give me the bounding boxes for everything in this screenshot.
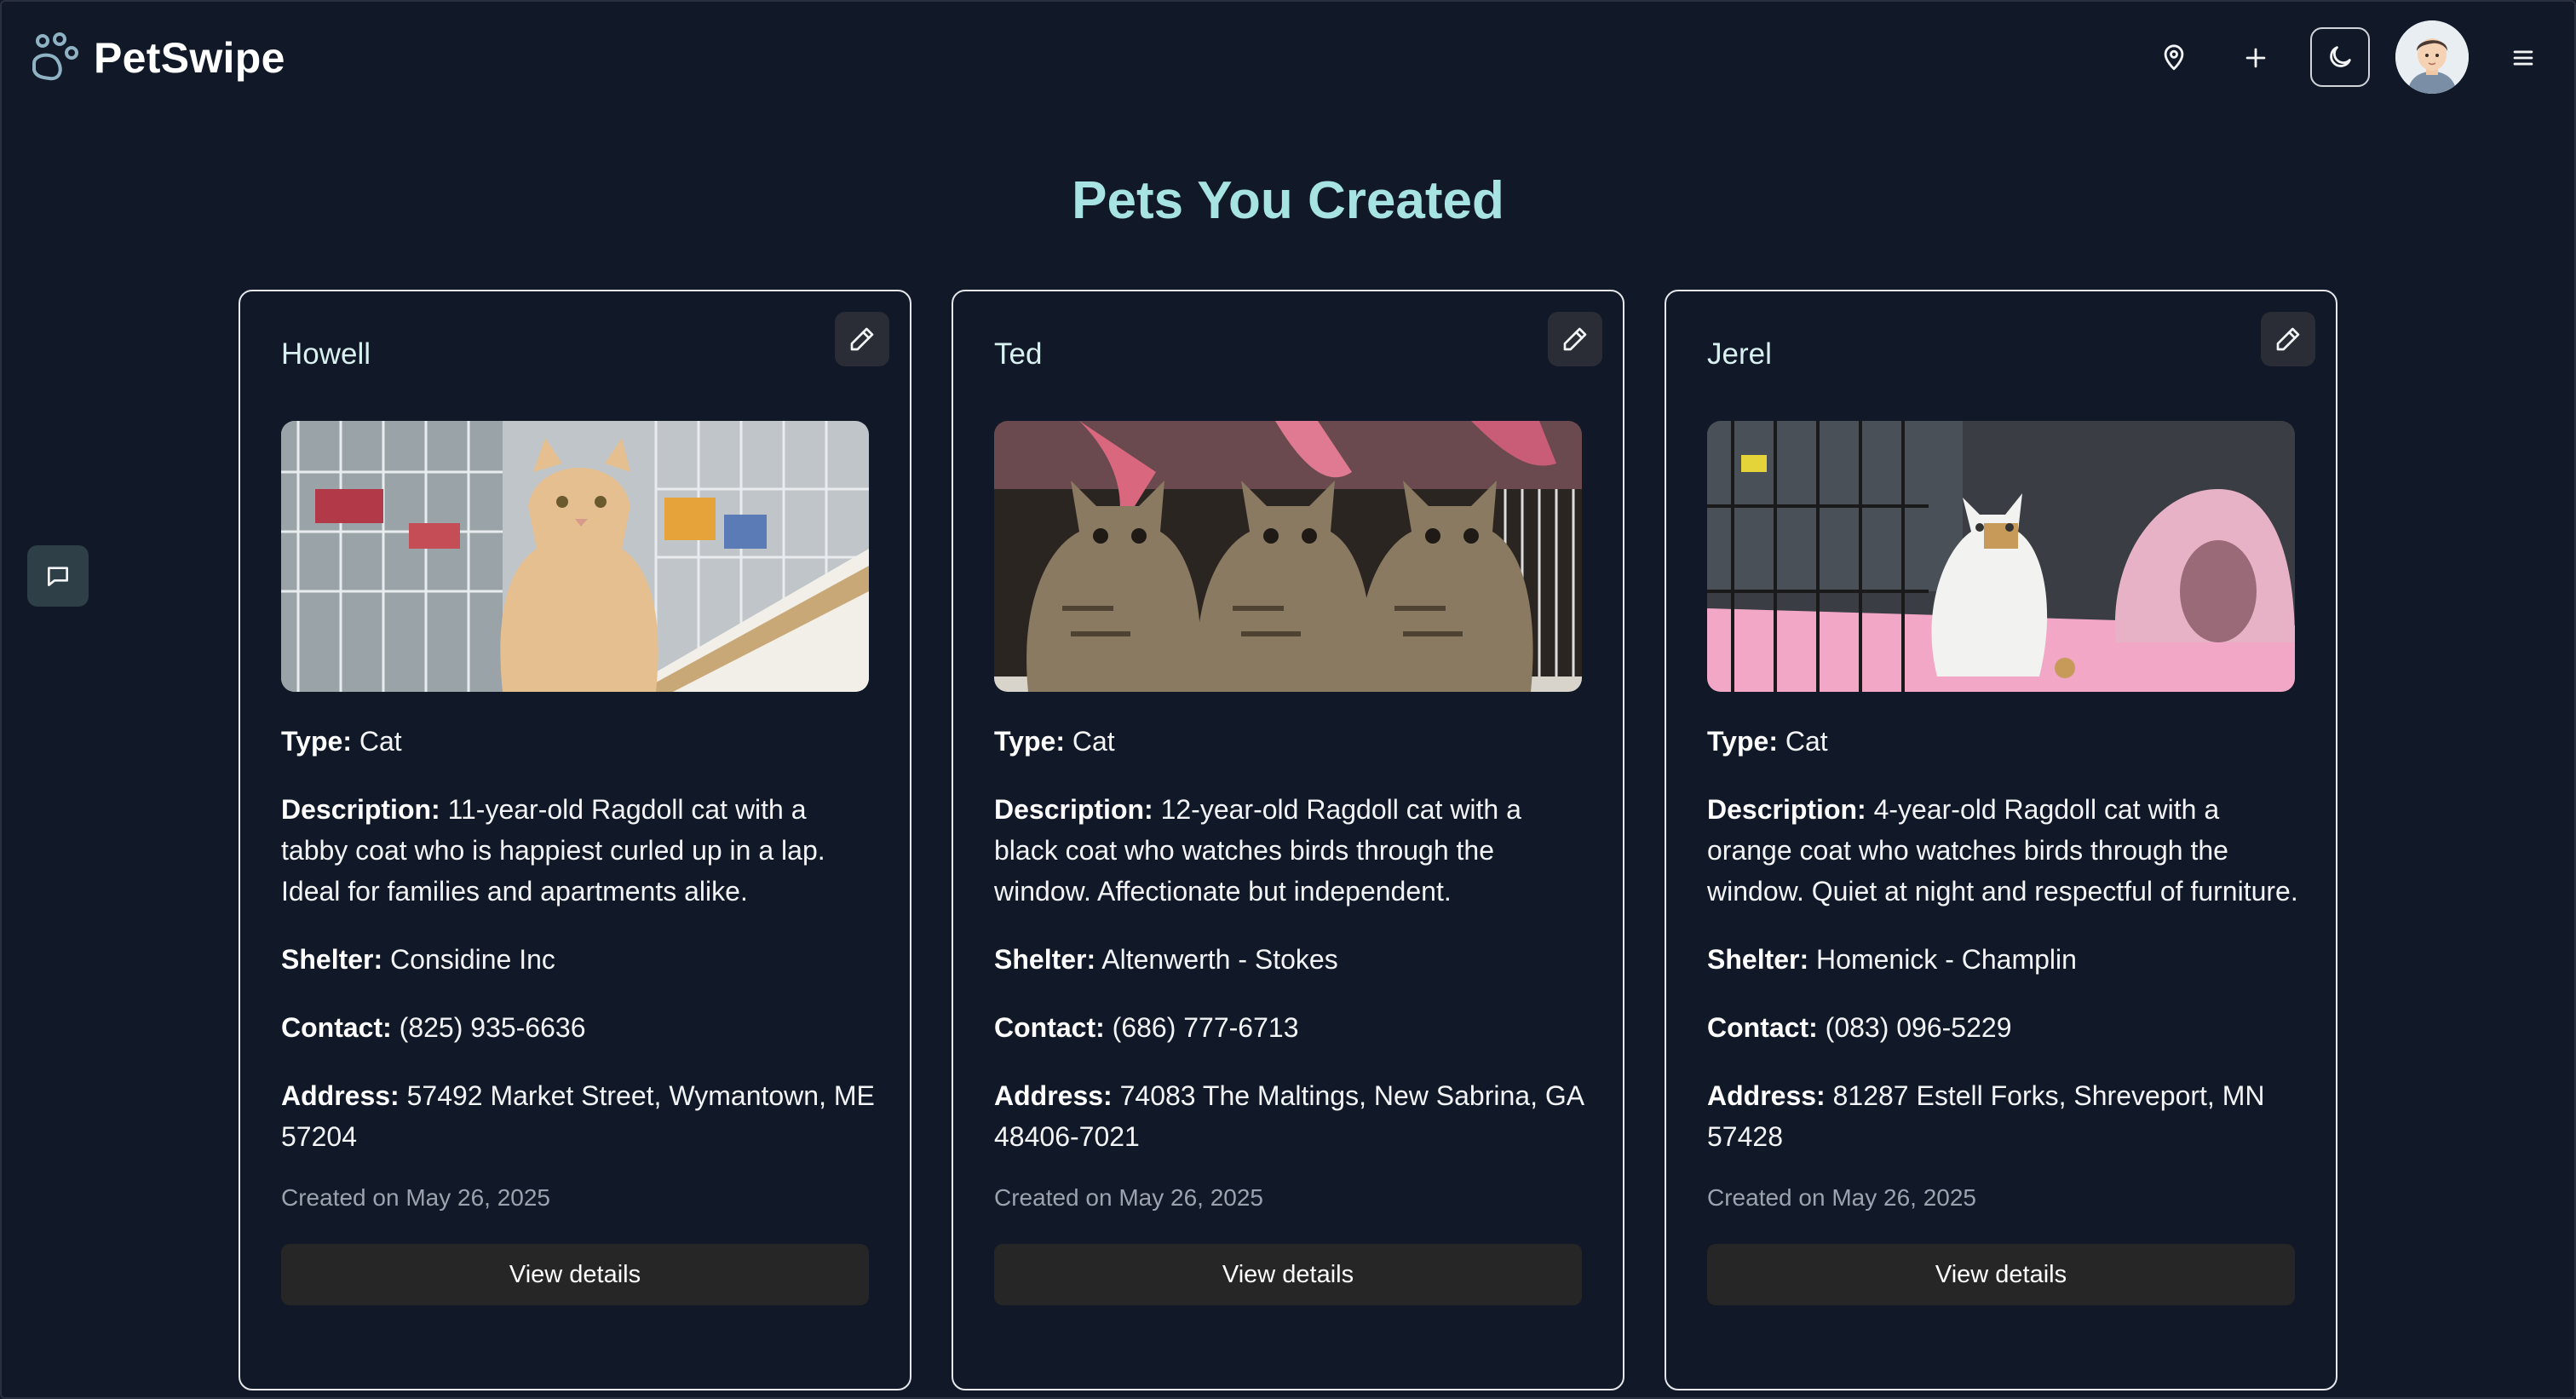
pet-info: Type: Cat Description: 4-year-old Ragdol… xyxy=(1707,721,2303,1305)
add-pet-button[interactable] xyxy=(2228,31,2283,85)
theme-toggle-button[interactable] xyxy=(2310,27,2370,87)
edit-button[interactable] xyxy=(2261,312,2315,366)
created-date: Created on May 26, 2025 xyxy=(281,1184,550,1211)
shelter-label: Shelter: xyxy=(1707,944,1809,975)
contact-value: (686) 777-6713 xyxy=(1112,1012,1299,1043)
type-value: Cat xyxy=(1785,726,1828,757)
pet-contact: Contact: (686) 777-6713 xyxy=(994,1007,1590,1048)
pet-description: Description: 4-year-old Ragdoll cat with… xyxy=(1707,789,2303,912)
pet-address: Address: 81287 Estell Forks, Shreveport,… xyxy=(1707,1075,2303,1157)
user-avatar[interactable] xyxy=(2395,20,2469,94)
cat-photo xyxy=(994,421,1582,692)
pet-photo[interactable] xyxy=(994,421,1582,692)
avatar-icon xyxy=(2395,20,2469,94)
type-value: Cat xyxy=(359,726,402,757)
pet-type: Type: Cat xyxy=(281,721,877,762)
edit-button[interactable] xyxy=(835,312,889,366)
pet-name: Jerel xyxy=(1707,337,1772,371)
type-label: Type: xyxy=(994,726,1065,757)
app-logo[interactable]: PetSwipe xyxy=(26,31,285,85)
pet-card: Jerel Type: Cat Description: 4-year-old … xyxy=(1665,290,2337,1390)
pet-name: Ted xyxy=(994,337,1043,371)
moon-icon xyxy=(2330,46,2351,67)
location-pin-icon xyxy=(2164,44,2184,71)
pet-contact: Contact: (825) 935-6636 xyxy=(281,1007,877,1048)
shelter-value: Altenwerth - Stokes xyxy=(1101,944,1338,975)
chat-button[interactable] xyxy=(27,545,89,607)
type-value: Cat xyxy=(1072,726,1115,757)
created-date: Created on May 26, 2025 xyxy=(1707,1184,1976,1211)
pencil-icon xyxy=(1563,327,1587,351)
pet-card: Howell Type: Cat Description: 11-year-ol… xyxy=(239,290,911,1390)
pet-photo[interactable] xyxy=(1707,421,2295,692)
type-label: Type: xyxy=(1707,726,1778,757)
pet-description: Description: 12-year-old Ragdoll cat wit… xyxy=(994,789,1590,912)
page-title: Pets You Created xyxy=(1072,171,1504,230)
shelter-value: Homenick - Champlin xyxy=(1816,944,2077,975)
pet-type: Type: Cat xyxy=(994,721,1590,762)
pet-address: Address: 74083 The Maltings, New Sabrina… xyxy=(994,1075,1590,1157)
pet-card: Ted Type: Cat Description: 12-year-old R… xyxy=(952,290,1624,1390)
shelter-value: Considine Inc xyxy=(390,944,555,975)
type-label: Type: xyxy=(281,726,352,757)
view-details-button[interactable]: View details xyxy=(1707,1244,2295,1305)
address-label: Address: xyxy=(1707,1080,1826,1111)
contact-label: Contact: xyxy=(1707,1012,1818,1043)
description-label: Description: xyxy=(994,794,1153,825)
pet-shelter: Shelter: Altenwerth - Stokes xyxy=(994,939,1590,980)
location-button[interactable] xyxy=(2147,31,2201,85)
paw-icon xyxy=(32,32,78,81)
pet-name: Howell xyxy=(281,337,371,371)
pet-description: Description: 11-year-old Ragdoll cat wit… xyxy=(281,789,877,912)
view-details-button[interactable]: View details xyxy=(994,1244,1582,1305)
hamburger-menu-icon xyxy=(2513,50,2533,66)
pet-address: Address: 57492 Market Street, Wymantown,… xyxy=(281,1075,877,1157)
cat-photo xyxy=(1707,421,2295,692)
cat-photo xyxy=(281,421,869,692)
description-label: Description: xyxy=(281,794,440,825)
plus-icon xyxy=(2245,48,2266,68)
view-details-button[interactable]: View details xyxy=(281,1244,869,1305)
pet-photo[interactable] xyxy=(281,421,869,692)
address-label: Address: xyxy=(281,1080,400,1111)
pet-shelter: Shelter: Homenick - Champlin xyxy=(1707,939,2303,980)
chat-icon xyxy=(48,567,68,586)
pet-info: Type: Cat Description: 12-year-old Ragdo… xyxy=(994,721,1590,1305)
menu-button[interactable] xyxy=(2496,31,2550,85)
address-label: Address: xyxy=(994,1080,1113,1111)
pencil-icon xyxy=(2276,327,2300,351)
pet-shelter: Shelter: Considine Inc xyxy=(281,939,877,980)
pencil-icon xyxy=(850,327,874,351)
edit-button[interactable] xyxy=(1548,312,1602,366)
shelter-label: Shelter: xyxy=(281,944,383,975)
shelter-label: Shelter: xyxy=(994,944,1096,975)
pet-contact: Contact: (083) 096-5229 xyxy=(1707,1007,2303,1048)
description-label: Description: xyxy=(1707,794,1866,825)
top-navbar: PetSwipe xyxy=(0,0,2576,116)
contact-value: (825) 935-6636 xyxy=(399,1012,586,1043)
contact-value: (083) 096-5229 xyxy=(1825,1012,2012,1043)
pet-info: Type: Cat Description: 11-year-old Ragdo… xyxy=(281,721,877,1305)
app-name: PetSwipe xyxy=(94,34,285,82)
contact-label: Contact: xyxy=(994,1012,1105,1043)
created-date: Created on May 26, 2025 xyxy=(994,1184,1263,1211)
contact-label: Contact: xyxy=(281,1012,392,1043)
pet-type: Type: Cat xyxy=(1707,721,2303,762)
